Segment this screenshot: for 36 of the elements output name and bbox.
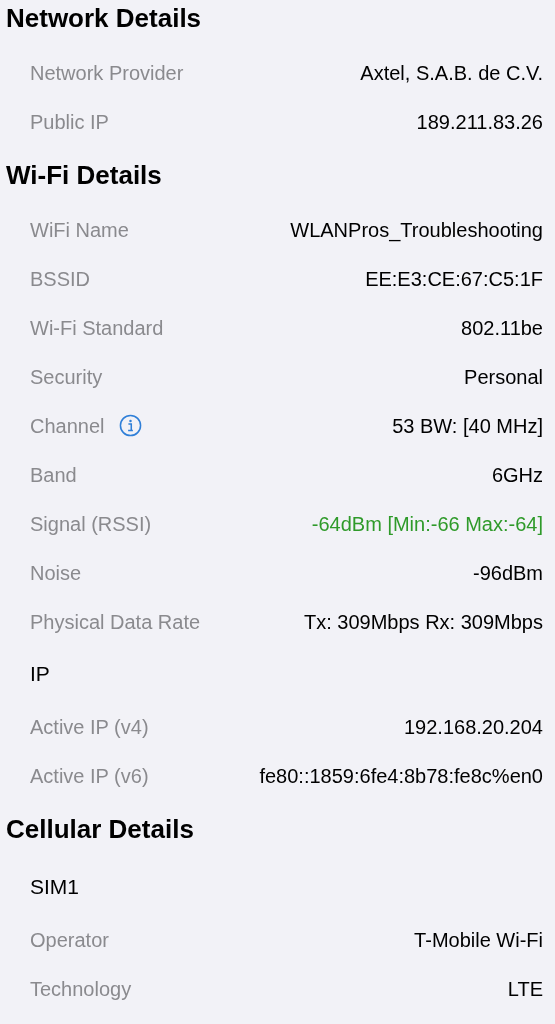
field-label: Channel [30,413,105,439]
section-title: Network Details [6,2,202,35]
field-label: Wi-Fi Standard [30,315,164,341]
field-value: Tx: 309Mbps Rx: 309Mbps [304,609,543,635]
section-title: Wi-Fi Details [6,159,162,192]
field-label: Technology [30,976,132,1002]
field-label: Network Provider [30,60,184,86]
field-value: 802.11be [461,315,543,341]
info-icon[interactable] [118,414,142,437]
field-label: Security [30,364,103,390]
field-value: T-Mobile Wi-Fi [414,927,543,953]
section-title: Cellular Details [6,813,194,846]
field-value: 6GHz [491,462,543,488]
field-label: Noise [30,560,82,586]
field-label: Physical Data Rate [30,609,201,635]
field-value: LTE [507,976,543,1002]
field-label: Active IP (v4) [30,714,149,740]
subsection-title: IP [30,661,50,688]
field-value: Axtel, S.A.B. de C.V. [360,60,543,86]
field-value: -64dBm [Min:-66 Max:-64] [311,511,543,537]
field-value: 53 BW: [40 MHz] [392,413,543,439]
field-label: BSSID [30,266,91,292]
field-label: Band [30,462,77,488]
field-value: -96dBm [472,560,543,586]
subsection-title: SIM1 [30,874,79,901]
field-value: 189.211.83.26 [416,109,543,135]
field-label: Public IP [30,109,109,135]
field-value: fe80::1859:6fe4:8b78:fe8c%en0 [259,763,543,789]
field-value: WLANPros_Troubleshooting [290,217,543,244]
field-value: EE:E3:CE:67:C5:1F [365,266,543,292]
field-label: Signal (RSSI) [30,511,152,537]
field-value: 192.168.20.204 [403,714,543,740]
field-label: Operator [30,927,109,953]
field-label: WiFi Name [30,217,129,243]
field-value: Personal [464,364,543,390]
field-label: Active IP (v6) [30,763,149,789]
